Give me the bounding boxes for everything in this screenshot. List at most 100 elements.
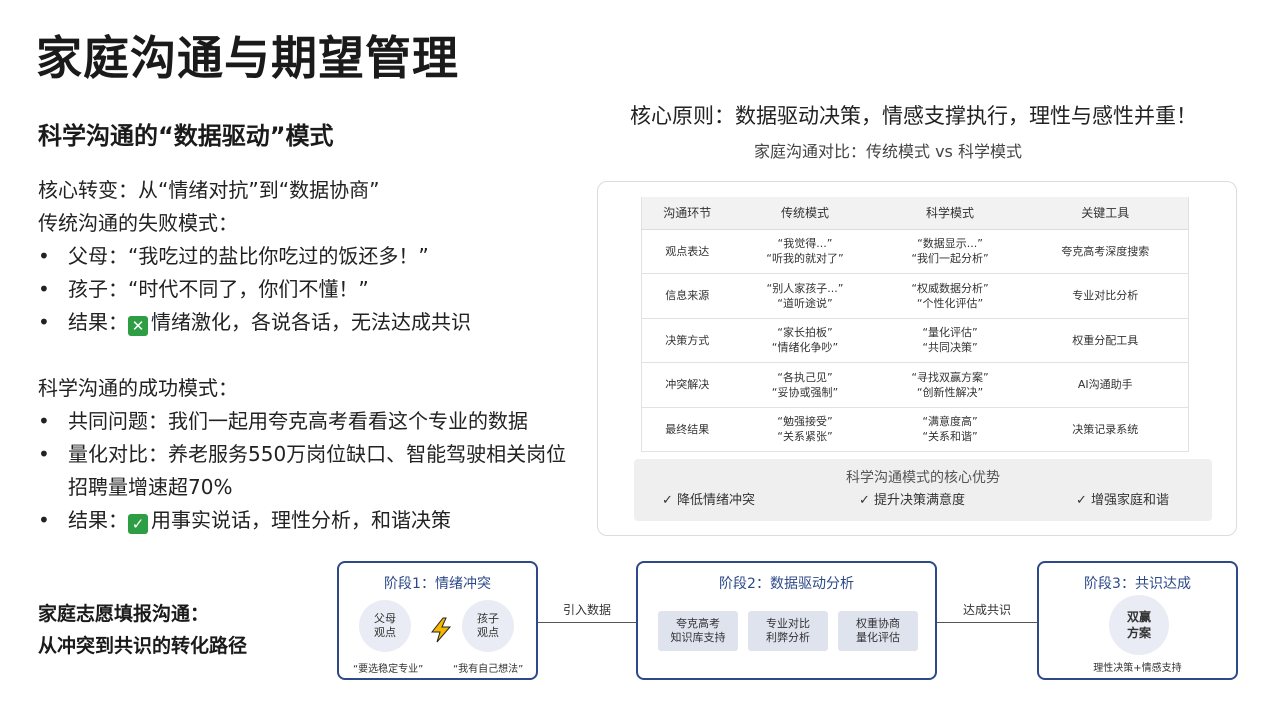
cell-line: “数据显示...” — [917, 237, 983, 251]
traditional-cell: “别人家孩子...” “道听途说” — [732, 273, 878, 318]
circle-line: 方案 — [1126, 626, 1151, 640]
child-quote: “我有自己想法” — [453, 664, 524, 675]
tool-line: 量化评估 — [856, 631, 900, 644]
success-heading: 科学沟通的成功模式： — [38, 376, 238, 400]
circle-line: 观点 — [374, 626, 396, 639]
circle-line: 孩子 — [477, 612, 499, 625]
list-item: • 结果： ✓ 用事实说话，理性分析，和谐决策 — [38, 504, 578, 537]
bullet-mark: • — [38, 277, 50, 301]
compare-tool-box: 专业对比 利弊分析 — [748, 611, 828, 651]
result-label: 结果： — [68, 310, 128, 334]
fail-item-child: 孩子：“时代不同了，你们不懂！” — [68, 277, 369, 301]
compare-title: 家庭沟通对比：传统模式 vs 科学模式 — [754, 142, 1022, 161]
fail-heading: 传统沟通的失败模式： — [38, 211, 238, 235]
tool-cell: 专业对比分析 — [1022, 273, 1189, 318]
tool-cell: 决策记录系统 — [1022, 406, 1189, 452]
success-result-text: 用事实说话，理性分析，和谐决策 — [151, 508, 451, 532]
table-row: 观点表达 “我觉得...” “听我的就对了” “数据显示...” “我们一起分析” … — [641, 228, 1189, 274]
table-header-row: 沟通环节 传统模式 科学模式 关键工具 — [641, 197, 1189, 230]
cell-line: “共同决策” — [922, 341, 978, 355]
page-title: 家庭沟通与期望管理 — [36, 31, 459, 85]
path-title-line: 从冲突到共识的转化路径 — [38, 635, 248, 657]
list-item: • 结果： ✕ 情绪激化，各说各话，无法达成共识 — [38, 306, 578, 339]
column-header: 传统模式 — [732, 197, 878, 230]
stage-1-title: 阶段1：情绪冲突 — [384, 576, 491, 592]
advantages-panel: 科学沟通模式的核心优势 ✓ 降低情绪冲突 ✓ 提升决策满意度 ✓ 增强家庭和谐 — [634, 459, 1212, 521]
traditional-cell: “我觉得...” “听我的就对了” — [732, 228, 878, 274]
scientific-cell: “量化评估” “共同决策” — [877, 317, 1023, 363]
comparison-card: 沟通环节 传统模式 科学模式 关键工具 观点表达 “我觉得...” “听我的就对了… — [597, 181, 1237, 536]
result-label: 结果： — [68, 508, 128, 532]
connector-label-1: 引入数据 — [563, 603, 612, 617]
stage-1-box: 阶段1：情绪冲突 父母 观点 孩子 观点 “要选稳定专业” “我有自己想法” — [337, 561, 538, 680]
path-title-line: 家庭志愿填报沟通： — [38, 603, 210, 625]
table-row: 最终结果 “勉强接受” “关系紧张” “满意度高” “关系和谐” 决策记录系统 — [641, 406, 1189, 452]
stage-cell: 信息来源 — [641, 273, 733, 318]
scientific-cell: “满意度高” “关系和谐” — [877, 406, 1023, 452]
connector-label-2: 达成共识 — [963, 603, 1012, 617]
stage-2-box: 阶段2：数据驱动分析 夸克高考 知识库支持 专业对比 利弊分析 权重协商 量化评估 — [636, 561, 937, 680]
cell-line: “权威数据分析” — [911, 281, 989, 295]
stage-2-title: 阶段2：数据驱动分析 — [719, 576, 854, 592]
cell-line: “听我的就对了” — [766, 252, 844, 266]
fail-result: 结果： ✕ 情绪激化，各说各话，无法达成共识 — [68, 306, 578, 339]
scientific-cell: “寻找双赢方案” “创新性解决” — [877, 362, 1023, 407]
tool-cell: 权重分配工具 — [1022, 317, 1189, 363]
child-view-circle: 孩子 观点 — [462, 600, 514, 652]
stage-3-title: 阶段3：共识达成 — [1084, 576, 1191, 592]
fail-result-text: 情绪激化，各说各话，无法达成共识 — [151, 310, 471, 334]
tool-line: 知识库支持 — [670, 631, 726, 644]
cross-mark-icon: ✕ — [128, 316, 148, 336]
cell-line: “道听途说” — [777, 296, 833, 310]
tool-line: 权重协商 — [856, 617, 900, 630]
list-item: • 父母：“我吃过的盐比你吃过的饭还多！” — [38, 240, 578, 273]
bullet-mark: • — [38, 508, 50, 532]
fail-item-parent: 父母：“我吃过的盐比你吃过的饭还多！” — [68, 244, 429, 268]
core-shift-text: 核心转变：从“情绪对抗”到“数据协商” — [38, 178, 380, 202]
circle-line: 双赢 — [1126, 610, 1151, 624]
stage-3-caption: 理性决策+情感支持 — [1093, 663, 1182, 674]
cell-line: “量化评估” — [922, 326, 978, 340]
success-item-compare: 量化对比：养老服务550万岗位缺口、智能驾驶相关岗位招聘量增速超70% — [68, 442, 567, 499]
scientific-cell: “权威数据分析” “个性化评估” — [877, 273, 1023, 318]
cell-line: “我觉得...” — [777, 237, 833, 251]
cell-line: “情绪化争吵” — [771, 341, 839, 355]
list-item: • 共同问题：我们一起用夸克高考看看这个专业的数据 — [38, 405, 578, 438]
core-principle: 核心原则：数据驱动决策，情感支撑执行，理性与感性并重！ — [630, 104, 1197, 128]
advantages-title: 科学沟通模式的核心优势 — [846, 470, 1000, 486]
parent-quote: “要选稳定专业” — [353, 664, 424, 675]
check-mark-icon: ✓ — [128, 514, 148, 534]
scientific-cell: “数据显示...” “我们一起分析” — [877, 228, 1023, 274]
section-subtitle: 科学沟通的“数据驱动”模式 — [38, 122, 334, 150]
lightning-icon — [430, 617, 452, 643]
advantage-item: ✓ 降低情绪冲突 — [662, 493, 756, 508]
cell-line: “满意度高” — [922, 415, 978, 429]
stage-cell: 冲突解决 — [641, 362, 733, 407]
advantage-item: ✓ 增强家庭和谐 — [1076, 493, 1170, 508]
connector-line — [937, 622, 1037, 623]
column-header: 科学模式 — [877, 197, 1023, 230]
circle-line: 观点 — [477, 626, 499, 639]
column-header: 沟通环节 — [641, 197, 733, 230]
left-content: 核心转变：从“情绪对抗”到“数据协商” 传统沟通的失败模式： • 父母：“我吃过… — [38, 174, 578, 537]
path-title: 家庭志愿填报沟通： 从冲突到共识的转化路径 — [38, 598, 247, 662]
table-row: 决策方式 “家长拍板” “情绪化争吵” “量化评估” “共同决策” 权重分配工具 — [641, 317, 1189, 363]
parent-view-circle: 父母 观点 — [359, 600, 411, 652]
cell-line: “各执己见” — [777, 370, 833, 384]
cell-line: “家长拍板” — [777, 326, 833, 340]
advantage-item: ✓ 提升决策满意度 — [859, 493, 966, 508]
tool-cell: 夸克高考深度搜索 — [1022, 228, 1189, 274]
traditional-cell: “各执己见” “妥协或强制” — [732, 362, 878, 407]
cell-line: “别人家孩子...” — [766, 281, 844, 295]
tool-line: 夸克高考 — [676, 617, 720, 630]
traditional-cell: “家长拍板” “情绪化争吵” — [732, 317, 878, 363]
tool-line: 专业对比 — [766, 617, 810, 630]
weight-tool-box: 权重协商 量化评估 — [838, 611, 918, 651]
bullet-mark: • — [38, 244, 50, 268]
cell-line: “妥协或强制” — [771, 385, 839, 399]
cell-line: “创新性解决” — [916, 385, 984, 399]
stage-3-box: 阶段3：共识达成 双赢方案 理性决策+情感支持 — [1037, 561, 1238, 680]
column-header: 关键工具 — [1022, 197, 1189, 230]
win-win-circle: 双赢 方案 — [1109, 595, 1169, 655]
